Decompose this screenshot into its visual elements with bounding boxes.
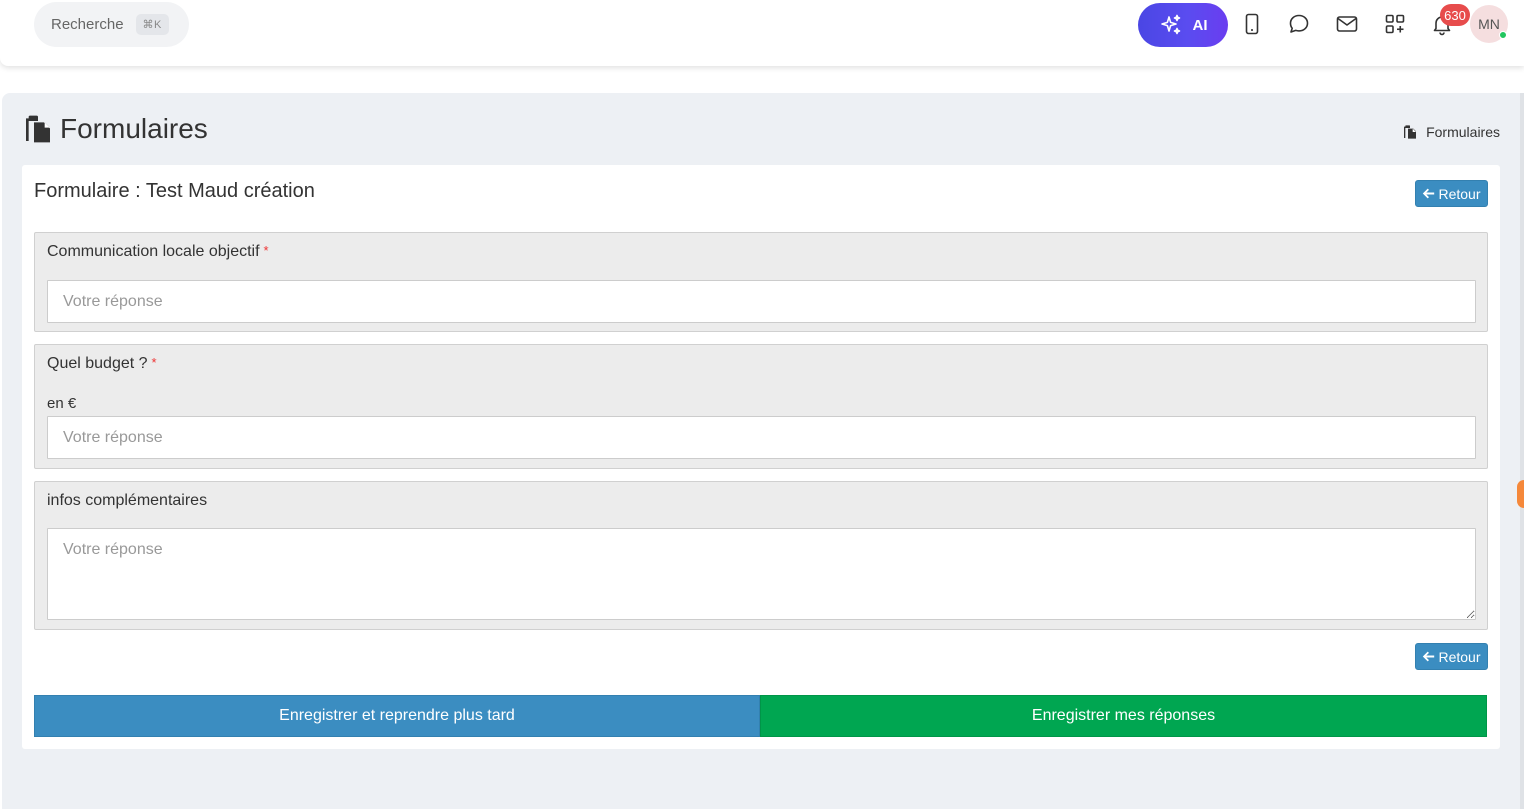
save-answers-button[interactable]: Enregistrer mes réponses	[760, 695, 1487, 737]
required-marker: *	[263, 243, 269, 258]
arrow-left-icon	[1423, 188, 1435, 199]
sparkles-icon	[1160, 14, 1180, 35]
content-area: Formulaires Formulaires Formulaire : Tes…	[2, 93, 1520, 809]
apps-add-icon	[1385, 14, 1405, 34]
answer-textarea-infos[interactable]	[47, 528, 1476, 620]
chat-button[interactable]	[1286, 11, 1312, 37]
back-label: Retour	[1438, 185, 1481, 202]
question-label: infos complémentaires	[47, 492, 208, 509]
page-title-text: Formulaires	[60, 113, 208, 144]
online-status-dot	[1499, 31, 1507, 39]
mobile-icon	[1245, 13, 1259, 35]
breadcrumb[interactable]: Formulaires	[1402, 124, 1500, 140]
breadcrumb-label: Formulaires	[1426, 124, 1500, 140]
back-label: Retour	[1438, 648, 1481, 665]
ai-label: AI	[1192, 16, 1208, 34]
search-label: Recherche	[51, 16, 124, 33]
top-bar: Recherche ⌘K AI 630 MN	[0, 0, 1524, 66]
clipboard-icon	[26, 115, 50, 143]
question-block-2: Quel budget ? * en €	[34, 344, 1488, 469]
arrow-left-icon	[1423, 651, 1435, 662]
ai-button[interactable]: AI	[1138, 3, 1228, 47]
question-block-3: infos complémentaires	[34, 481, 1488, 630]
apps-button[interactable]	[1382, 11, 1408, 37]
page-title: Formulaires	[22, 113, 208, 145]
back-button-top[interactable]: Retour	[1415, 180, 1488, 207]
save-and-resume-later-button[interactable]: Enregistrer et reprendre plus tard	[34, 695, 760, 737]
clipboard-icon	[1404, 125, 1417, 139]
user-avatar[interactable]: MN	[1470, 5, 1508, 43]
question-help-text: en €	[47, 395, 77, 412]
form-card: Formulaire : Test Maud création Retour C…	[22, 165, 1500, 749]
avatar-initials: MN	[1478, 16, 1500, 32]
mail-icon	[1336, 16, 1358, 32]
search-button[interactable]: Recherche ⌘K	[34, 2, 189, 47]
back-button-bottom[interactable]: Retour	[1415, 643, 1488, 670]
answer-input-communication[interactable]	[47, 280, 1476, 323]
question-label: Communication locale objectif *	[47, 243, 269, 260]
question-label: Quel budget ? *	[47, 355, 157, 372]
question-block-1: Communication locale objectif *	[34, 232, 1488, 332]
mobile-button[interactable]	[1239, 11, 1265, 37]
mail-button[interactable]	[1334, 11, 1360, 37]
scrollbar-track[interactable]	[1520, 93, 1524, 809]
search-shortcut: ⌘K	[135, 14, 169, 35]
answer-input-budget[interactable]	[47, 416, 1476, 459]
side-widget-handle[interactable]	[1517, 480, 1524, 508]
required-marker: *	[151, 355, 157, 370]
form-actions: Enregistrer et reprendre plus tard Enreg…	[34, 695, 1487, 737]
notification-badge: 630	[1440, 4, 1470, 26]
form-title: Formulaire : Test Maud création	[34, 180, 315, 202]
chat-icon	[1289, 14, 1309, 33]
